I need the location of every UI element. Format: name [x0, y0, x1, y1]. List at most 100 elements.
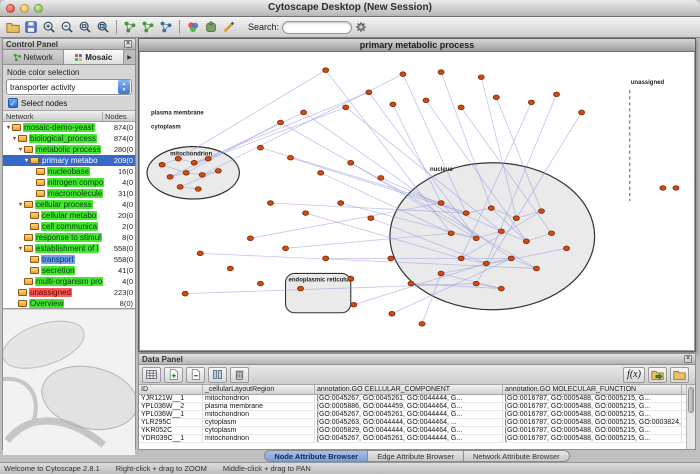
zoom-selected-region-icon[interactable] [76, 19, 94, 36]
network-edge[interactable] [202, 74, 403, 175]
network-edge[interactable] [260, 148, 441, 203]
network-node[interactable] [366, 90, 372, 95]
new-attribute-icon[interactable] [164, 367, 183, 383]
network-node[interactable] [673, 186, 679, 191]
network-node[interactable] [498, 229, 504, 234]
open-session-icon[interactable] [4, 19, 22, 36]
network-node[interactable] [301, 110, 307, 115]
network-node[interactable] [528, 100, 534, 105]
network-node[interactable] [175, 156, 181, 161]
tree-row-cellular-process[interactable]: ▼cellular process4(0 [3, 199, 135, 210]
column-header-annotation-go-molecular-function[interactable]: annotation.GO MOLECULAR_FUNCTION [503, 385, 682, 394]
network-node[interactable] [478, 75, 484, 80]
tree-row-cellular-metabo[interactable]: cellular metabo20(0 [3, 210, 135, 221]
zoom-out-icon[interactable] [58, 19, 76, 36]
search-input[interactable] [282, 21, 352, 34]
network-node[interactable] [473, 236, 479, 241]
search-options-icon[interactable] [352, 19, 370, 36]
tree-column-network[interactable]: Network [3, 112, 103, 121]
match-attributes-icon[interactable] [208, 367, 227, 383]
network-node[interactable] [488, 206, 494, 211]
network-node[interactable] [267, 201, 273, 206]
network-node[interactable] [247, 236, 253, 241]
network-node[interactable] [215, 168, 221, 173]
network-node[interactable] [458, 105, 464, 110]
close-icon[interactable]: × [684, 355, 692, 363]
network-node[interactable] [303, 211, 309, 216]
network-node[interactable] [493, 95, 499, 100]
expand-arrow-icon[interactable]: ▼ [17, 202, 24, 208]
network-node[interactable] [183, 170, 189, 175]
table-row-yjr121w-1[interactable]: YJR121W__1mitochondrion[GO:0045267, GO:0… [139, 395, 695, 403]
hide-selected-icon[interactable] [121, 19, 139, 36]
expand-arrow-icon[interactable]: ▼ [11, 136, 18, 142]
network-node[interactable] [182, 291, 188, 296]
tree-row-transport[interactable]: transport558(0 [3, 254, 135, 265]
tree-column-nodes[interactable]: Nodes [103, 112, 135, 121]
network-node[interactable] [277, 120, 283, 125]
select-attributes-icon[interactable] [142, 367, 161, 383]
network-node[interactable] [197, 251, 203, 256]
column-header-annotation-go-cellular-component[interactable]: annotation.GO CELLULAR_COMPONENT [315, 385, 503, 394]
table-row-ylr295c[interactable]: YLR295Ccytoplasm[GO:0045263, GO:0044444,… [139, 419, 695, 427]
tab-mosaic[interactable]: Mosaic [64, 50, 125, 64]
network-node[interactable] [438, 70, 444, 75]
network-node[interactable] [400, 72, 406, 77]
network-node[interactable] [338, 201, 344, 206]
table-row-ypl036w-1[interactable]: YPL036W__1mitochondrion[GO:0045267, GO:0… [139, 411, 695, 419]
delete-attribute-icon[interactable] [186, 367, 205, 383]
network-node[interactable] [389, 311, 395, 316]
network-node[interactable] [191, 160, 197, 165]
network-edge[interactable] [208, 107, 345, 158]
network-node[interactable] [508, 256, 514, 261]
network-node[interactable] [298, 286, 304, 291]
network-node[interactable] [177, 185, 183, 190]
network-node[interactable] [408, 281, 414, 286]
network-node[interactable] [483, 261, 489, 266]
expand-arrow-icon[interactable]: ▼ [17, 246, 24, 252]
tab-overflow-arrow-icon[interactable]: ▶ [124, 50, 135, 64]
tree-row-primary-metabo[interactable]: ▼primary metabo209(0 [3, 155, 135, 166]
column-header-cellularlayoutregion[interactable]: _cellularLayoutRegion [203, 385, 315, 394]
tree-row-macromolecule[interactable]: macromolecule31(0 [3, 188, 135, 199]
zoom-fit-network-icon[interactable] [94, 19, 112, 36]
close-icon[interactable]: × [124, 40, 132, 48]
network-canvas-svg[interactable]: mitochondrionnucleusendoplasmic reticulu… [140, 52, 694, 350]
birdseye-view[interactable] [3, 309, 135, 455]
tab-node-attribute-browser[interactable]: Node Attribute Browser [264, 450, 368, 462]
network-node[interactable] [553, 92, 559, 97]
vizmapper-icon[interactable] [184, 19, 202, 36]
network-node[interactable] [199, 173, 205, 178]
tree-row-nitrogen-compo[interactable]: nitrogen compo4(0 [3, 177, 135, 188]
network-node[interactable] [438, 201, 444, 206]
network-node[interactable] [390, 102, 396, 107]
network-node[interactable] [660, 186, 666, 191]
tree-row-metabolic-process[interactable]: ▼metabolic process280(0 [3, 144, 135, 155]
tree-row-unassigned[interactable]: unassigned223(0 [3, 287, 135, 298]
scrollbar-thumb[interactable] [688, 387, 694, 413]
tree-row-biological-process[interactable]: ▼biological_process874(0 [3, 133, 135, 144]
color-attribute-select[interactable]: transporter activity ▲▼ [6, 79, 132, 95]
function-builder-button[interactable]: f(x) [623, 367, 645, 383]
network-node[interactable] [419, 322, 425, 327]
tree-row-nucleobase[interactable]: nucleobase16(0 [3, 166, 135, 177]
network-node[interactable] [463, 211, 469, 216]
tree-row-overview[interactable]: Overview8(0) [3, 298, 135, 309]
network-node[interactable] [513, 216, 519, 221]
network-node[interactable] [283, 246, 289, 251]
network-node[interactable] [423, 98, 429, 103]
plugin-manager-icon[interactable] [202, 19, 220, 36]
network-node[interactable] [348, 276, 354, 281]
network-canvas[interactable]: mitochondrionnucleusendoplasmic reticulu… [140, 52, 694, 350]
tab-edge-attribute-browser[interactable]: Edge Attribute Browser [368, 450, 464, 462]
network-node[interactable] [564, 246, 570, 251]
network-view-title[interactable]: primary metabolic process [139, 39, 695, 52]
expand-arrow-icon[interactable]: ▼ [5, 125, 12, 131]
network-node[interactable] [548, 231, 554, 236]
tree-row-mosaic-demo-yeast[interactable]: ▼mosaic-demo-yeast874(0 [3, 122, 135, 133]
unhide-all-icon[interactable] [139, 19, 157, 36]
clear-attribute-icon[interactable] [230, 367, 249, 383]
new-network-from-selection-icon[interactable] [157, 19, 175, 36]
network-node[interactable] [343, 105, 349, 110]
network-node[interactable] [159, 162, 165, 167]
